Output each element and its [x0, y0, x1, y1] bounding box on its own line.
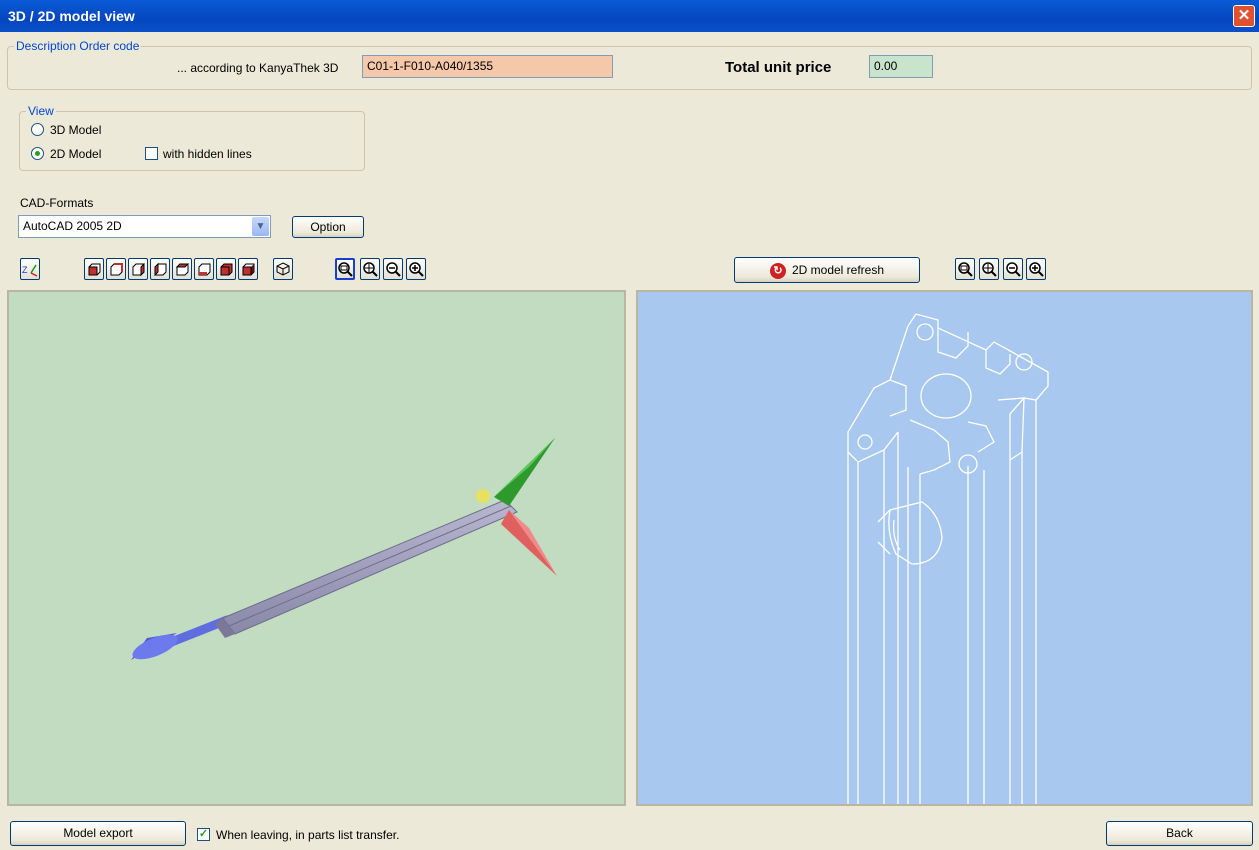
window-title: 3D / 2D model view	[8, 8, 135, 24]
refresh-icon: ↻	[769, 262, 786, 279]
view-top-button[interactable]	[172, 258, 192, 280]
view-wireframe-button[interactable]	[273, 258, 293, 280]
model-refresh-button[interactable]: ↻ 2D model refresh	[734, 257, 920, 283]
view-group: View	[19, 104, 365, 171]
x-axis-arrowhead	[501, 510, 557, 576]
radio-3d-model[interactable]	[31, 123, 44, 136]
cube-front-icon	[88, 263, 101, 276]
model-3d-viewport[interactable]	[7, 290, 626, 806]
right-zoom-window-button[interactable]	[955, 258, 975, 280]
svg-text:Z: Z	[22, 265, 28, 275]
radio-3d-label: 3D Model	[50, 123, 102, 137]
radio-2d-label: 2D Model	[50, 147, 102, 161]
axis-button[interactable]: Z	[20, 258, 40, 280]
cad-format-value: AutoCAD 2005 2D	[23, 219, 122, 233]
close-button[interactable]: ✕	[1233, 5, 1255, 27]
cube-iso-icon	[220, 263, 233, 276]
zoom-out-icon	[1006, 262, 1021, 277]
zoom-out-button[interactable]	[383, 258, 403, 280]
zoom-in-icon	[1029, 262, 1044, 277]
aluminium-profile	[222, 499, 518, 635]
option-button-label: Option	[310, 220, 346, 234]
right-zoom-in-button[interactable]	[1026, 258, 1046, 280]
cube-back-icon	[110, 263, 123, 276]
hidden-lines-checkbox[interactable]	[145, 147, 158, 160]
close-icon: ✕	[1237, 7, 1251, 24]
cube-wireframe-icon	[276, 262, 290, 276]
cube-bottom-icon	[198, 263, 211, 276]
description-legend: Description Order code	[14, 39, 142, 53]
cad-format-select[interactable]: AutoCAD 2005 2D ▼	[18, 215, 271, 238]
radio-2d-model[interactable]	[31, 147, 44, 160]
hidden-lines-label: with hidden lines	[163, 147, 252, 161]
model-export-button[interactable]: Model export	[10, 821, 186, 846]
right-zoom-out-button[interactable]	[1003, 258, 1023, 280]
view-left-button[interactable]	[128, 258, 148, 280]
zoom-window-icon	[958, 262, 973, 277]
zoom-out-icon	[386, 262, 401, 277]
zoom-extents-button[interactable]	[360, 258, 380, 280]
view-front-button[interactable]	[84, 258, 104, 280]
title-bar: 3D / 2D model view ✕	[0, 0, 1259, 32]
view-shaded-button[interactable]	[238, 258, 258, 280]
option-button[interactable]: Option	[292, 216, 364, 238]
zoom-extents-icon	[982, 262, 997, 277]
view-back-button[interactable]	[106, 258, 126, 280]
view-legend: View	[26, 104, 56, 118]
model-refresh-label: 2D model refresh	[791, 263, 885, 277]
axis-icon: Z	[22, 264, 38, 277]
cube-shaded-icon	[242, 263, 255, 276]
cad-formats-label: CAD-Formats	[20, 196, 94, 210]
model-export-label: Model export	[63, 826, 133, 840]
zoom-window-icon	[338, 262, 353, 277]
right-zoom-extents-button[interactable]	[979, 258, 999, 280]
model-2d-viewport[interactable]	[636, 290, 1253, 806]
cube-top-icon	[175, 263, 190, 276]
view-bottom-button[interactable]	[194, 258, 214, 280]
total-price-field[interactable]: 0.00	[869, 55, 933, 78]
view-right-button[interactable]	[150, 258, 170, 280]
profile-3d-model	[131, 438, 557, 660]
transfer-label: When leaving, in parts list transfer.	[216, 828, 400, 842]
zoom-window-button[interactable]	[335, 258, 355, 280]
chevron-down-icon[interactable]: ▼	[252, 217, 269, 236]
view-iso-button[interactable]	[216, 258, 236, 280]
zoom-extents-icon	[363, 262, 378, 277]
total-price-label: Total unit price	[725, 59, 832, 76]
cube-right-icon	[154, 262, 167, 277]
profile-2d-drawing	[847, 313, 1049, 804]
according-label: ... according to KanyaThek 3D	[177, 61, 339, 75]
order-code-field[interactable]: C01-1-F010-A040/1355	[362, 55, 613, 78]
cube-left-icon	[132, 262, 145, 277]
zoom-in-icon	[409, 262, 424, 277]
back-label: Back	[1166, 826, 1193, 840]
transfer-checkbox[interactable]: ✓	[197, 828, 210, 841]
zoom-in-button[interactable]	[406, 258, 426, 280]
origin-sphere	[476, 489, 490, 503]
back-button[interactable]: Back	[1106, 821, 1253, 846]
